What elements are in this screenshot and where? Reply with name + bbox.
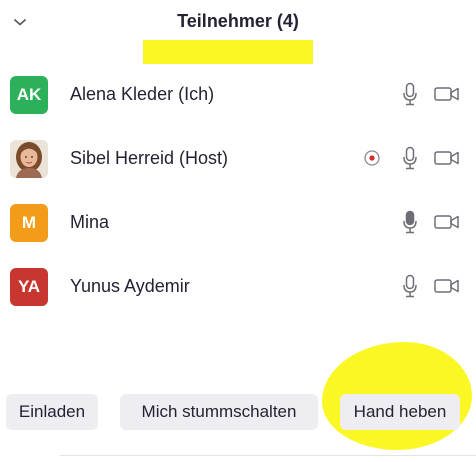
avatar-initials: YA [17, 277, 41, 296]
participant-row[interactable]: AK Alena Kleder (Ich) [0, 62, 476, 126]
divider [60, 455, 476, 456]
recording-icon [360, 146, 384, 170]
participant-row[interactable]: YA Yunus Aydemir [0, 254, 476, 318]
video-icon[interactable] [432, 274, 462, 298]
raise-hand-button[interactable]: Hand heben [340, 394, 460, 430]
mic-active-icon[interactable] [399, 210, 421, 234]
participants-panel: Teilnehmer (4) AK Alena Kleder (Ich) Sib… [0, 0, 476, 462]
avatar-photo [10, 140, 48, 178]
participant-name: Yunus Aydemir [70, 276, 190, 296]
avatar: M [10, 204, 48, 242]
avatar-initials: AK [16, 85, 42, 104]
avatar: AK [10, 76, 48, 114]
highlighter-mark [143, 40, 313, 64]
mic-icon[interactable] [399, 146, 421, 170]
video-icon[interactable] [432, 210, 462, 234]
avatar: YA [10, 268, 48, 306]
video-icon[interactable] [432, 82, 462, 106]
mic-icon[interactable] [399, 274, 421, 298]
invite-button[interactable]: Einladen [6, 394, 98, 430]
mic-icon[interactable] [399, 82, 421, 106]
participant-list: AK Alena Kleder (Ich) Sibel Herreid (Hos… [0, 62, 476, 318]
video-icon[interactable] [432, 146, 462, 170]
participant-name: Alena Kleder (Ich) [70, 84, 215, 104]
mute-me-button[interactable]: Mich stummschalten [120, 394, 318, 430]
participant-row[interactable]: Sibel Herreid (Host) [0, 126, 476, 190]
panel-title: Teilnehmer (4) [177, 11, 299, 31]
avatar-initials: M [21, 213, 37, 232]
participant-name: Mina [70, 212, 110, 232]
participant-name: Sibel Herreid (Host) [70, 148, 229, 168]
participant-row[interactable]: M Mina [0, 190, 476, 254]
